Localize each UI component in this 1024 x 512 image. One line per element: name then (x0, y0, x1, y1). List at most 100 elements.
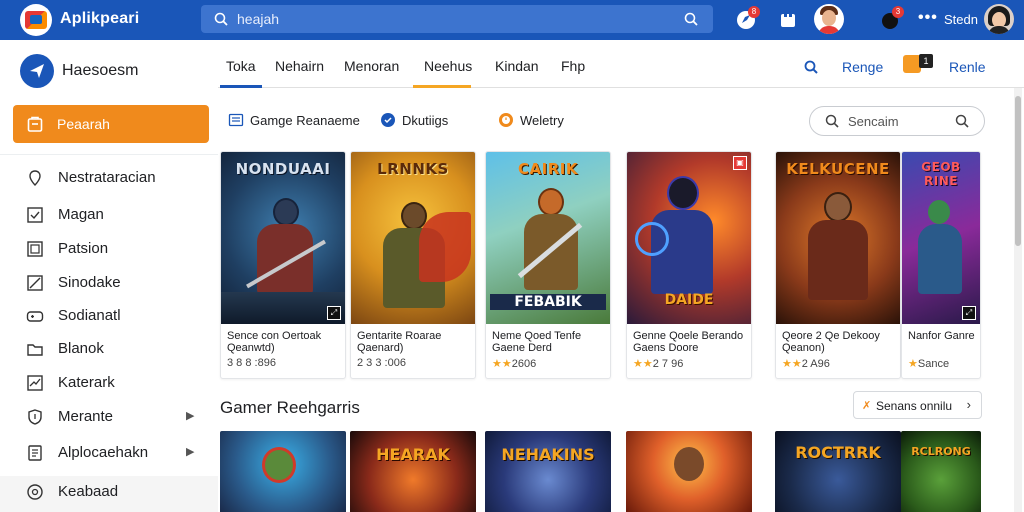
filter-game-rename[interactable]: Gamge Reanaeme (228, 112, 360, 128)
list-icon (228, 113, 244, 127)
messages-button[interactable]: 3 (876, 6, 904, 34)
game-cover-image: CAIRIK FEBABIK (486, 152, 610, 324)
game-cover-image: GEOB RINE ⤢ (902, 152, 980, 324)
section-title: Gamer Reehgarris (220, 398, 360, 417)
expand-icon[interactable]: ⤢ (327, 306, 341, 320)
game-card[interactable]: DAIDE ▣ Genne Qoele Berando Gaens Doore … (626, 151, 752, 379)
game-title: Gentarite Roarae Qaenard) (357, 330, 442, 354)
cover-title: KELKUCENE (786, 160, 890, 178)
sidebar-item-9[interactable]: Keabaad (0, 476, 218, 512)
chevron-right-icon: ▶ (186, 410, 195, 422)
game-thumbnail[interactable] (626, 431, 752, 512)
game-card[interactable]: NONDUAAI ⤢ Sence con Oertoak Qeanwtd) 3 … (220, 151, 346, 379)
folder-icon (27, 344, 43, 356)
cover-title: GEOB RINE (921, 160, 961, 188)
tab-0[interactable]: Toka (226, 58, 256, 74)
app-logo-icon[interactable] (20, 4, 52, 36)
tab-1[interactable]: Nehairn (275, 58, 324, 74)
filter-duties[interactable]: Dkutiigs (380, 112, 448, 128)
game-meta: ★★2606 (492, 358, 537, 370)
game-thumbnail[interactable]: ROCTRRK (775, 431, 901, 512)
check-box-icon (27, 207, 43, 223)
game-thumbnail[interactable]: RCLRONG (901, 431, 981, 512)
settings-circle-icon (27, 484, 43, 500)
cover-title: CAIRIK (518, 160, 578, 178)
sidebar-item-label: Alplocaehakn (58, 444, 149, 461)
sidebar-item-7[interactable]: Merante ▶ (0, 401, 218, 433)
tab-5[interactable]: Fhp (561, 58, 585, 74)
sidebar-item-6[interactable]: Katerark (0, 367, 218, 399)
content-search-input[interactable] (848, 112, 948, 130)
search-icon (825, 114, 839, 128)
sidebar-item-active[interactable]: Peaarah (13, 105, 209, 143)
notifications-button[interactable]: 8 (732, 6, 760, 34)
profile-avatar[interactable] (984, 4, 1014, 34)
sidebar-item-3[interactable]: Sinodake (0, 267, 218, 299)
search-input[interactable] (237, 9, 637, 29)
top-bar: Aplikpeari 8 3 ••• Stedn (0, 0, 1024, 40)
expand-icon[interactable]: ⤢ (962, 306, 976, 320)
thumb-title: HEARAK (376, 445, 450, 464)
content-search[interactable] (809, 106, 985, 136)
sidebar-item-8[interactable]: Alplocaehakn ▶ (0, 437, 218, 469)
sidebar-item-5[interactable]: Blanok (0, 333, 218, 365)
game-title: Neme Qoed Tenfe Gaene Derd (492, 330, 582, 354)
bookmark-icon[interactable]: ▣ (733, 156, 747, 170)
sidebar-item-label: Magan (58, 206, 104, 223)
search-icon[interactable] (803, 59, 819, 75)
sidebar-item-0[interactable]: Nestrataracian (0, 162, 218, 194)
tab-2[interactable]: Menoran (344, 58, 399, 74)
see-all-button[interactable]: ✗ Senans onnilu › (853, 391, 982, 419)
thumb-title: NEHAKINS (501, 445, 595, 464)
chevron-right-icon: ▶ (186, 446, 195, 458)
cover-subtitle: FEBABIK (490, 294, 606, 310)
tab-hover-indicator (413, 85, 471, 88)
game-card[interactable]: CAIRIK FEBABIK Neme Qoed Tenfe Gaene Der… (485, 151, 611, 379)
slash-box-icon (27, 275, 43, 291)
sidebar-item-label: Katerark (58, 374, 115, 391)
user-name[interactable]: Stedn (944, 12, 978, 27)
rule-link[interactable]: Renle (949, 59, 986, 75)
grid-apps-icon (781, 12, 795, 27)
chevron-right-icon: › (966, 397, 971, 412)
sidebar-brand[interactable]: Haesoesm (20, 54, 138, 88)
see-all-label: Senans onnilu (876, 399, 953, 413)
avatar[interactable] (814, 4, 844, 34)
game-card[interactable]: LRNNKS Gentarite Roarae Qaenard) 2 3 3 :… (350, 151, 476, 379)
game-card[interactable]: GEOB RINE ⤢ Nanfor Ganre ★Sance (901, 151, 981, 379)
search-submit-icon[interactable] (954, 113, 970, 129)
game-meta: ★★2 7 96 (633, 358, 684, 370)
app-title: Aplikpeari (60, 10, 140, 27)
game-thumbnail[interactable] (220, 431, 346, 512)
game-title: Genne Qoele Berando Gaens Doore (633, 330, 744, 354)
notification-badge: 8 (748, 6, 760, 18)
game-thumbnail[interactable]: HEARAK (350, 431, 476, 512)
range-link[interactable]: Renge (842, 59, 883, 75)
game-cover-image: DAIDE ▣ (627, 152, 751, 324)
sidebar-item-2[interactable]: Patsion (0, 233, 218, 265)
circle-check-icon (381, 113, 395, 127)
more-menu-icon[interactable]: ••• (918, 9, 938, 27)
game-thumbnail[interactable]: NEHAKINS (485, 431, 611, 512)
search-submit-icon[interactable] (683, 11, 699, 27)
sidebar-item-label: Patsion (58, 240, 109, 257)
tab-3[interactable]: Neehus (424, 58, 472, 74)
sidebar-item-label: Keabaad (58, 483, 119, 500)
game-card[interactable]: KELKUCENE Qeore 2 Qe Dekooy Qeanon) ★★2 … (775, 151, 901, 379)
game-title: Nanfor Ganre (908, 330, 975, 342)
location-pin-icon (29, 170, 41, 186)
scrollbar-thumb[interactable] (1015, 96, 1021, 246)
game-cover-image: LRNNKS (351, 152, 475, 324)
chart-box-icon (27, 375, 43, 391)
sidebar-item-4[interactable]: Sodianatl (0, 300, 218, 332)
search-bar[interactable] (201, 5, 713, 33)
filter-weekly[interactable]: Weletry (498, 112, 564, 128)
tab-4[interactable]: Kindan (495, 58, 539, 74)
game-meta: 2 3 3 :006 (357, 357, 406, 369)
cover-subtitle: DAIDE (664, 292, 714, 308)
sidebar-item-1[interactable]: Magan (0, 199, 218, 231)
cover-title: NONDUAAI (235, 160, 331, 178)
messages-badge: 3 (892, 6, 904, 18)
apps-button[interactable] (774, 6, 802, 34)
game-cover-image: KELKUCENE (776, 152, 900, 324)
